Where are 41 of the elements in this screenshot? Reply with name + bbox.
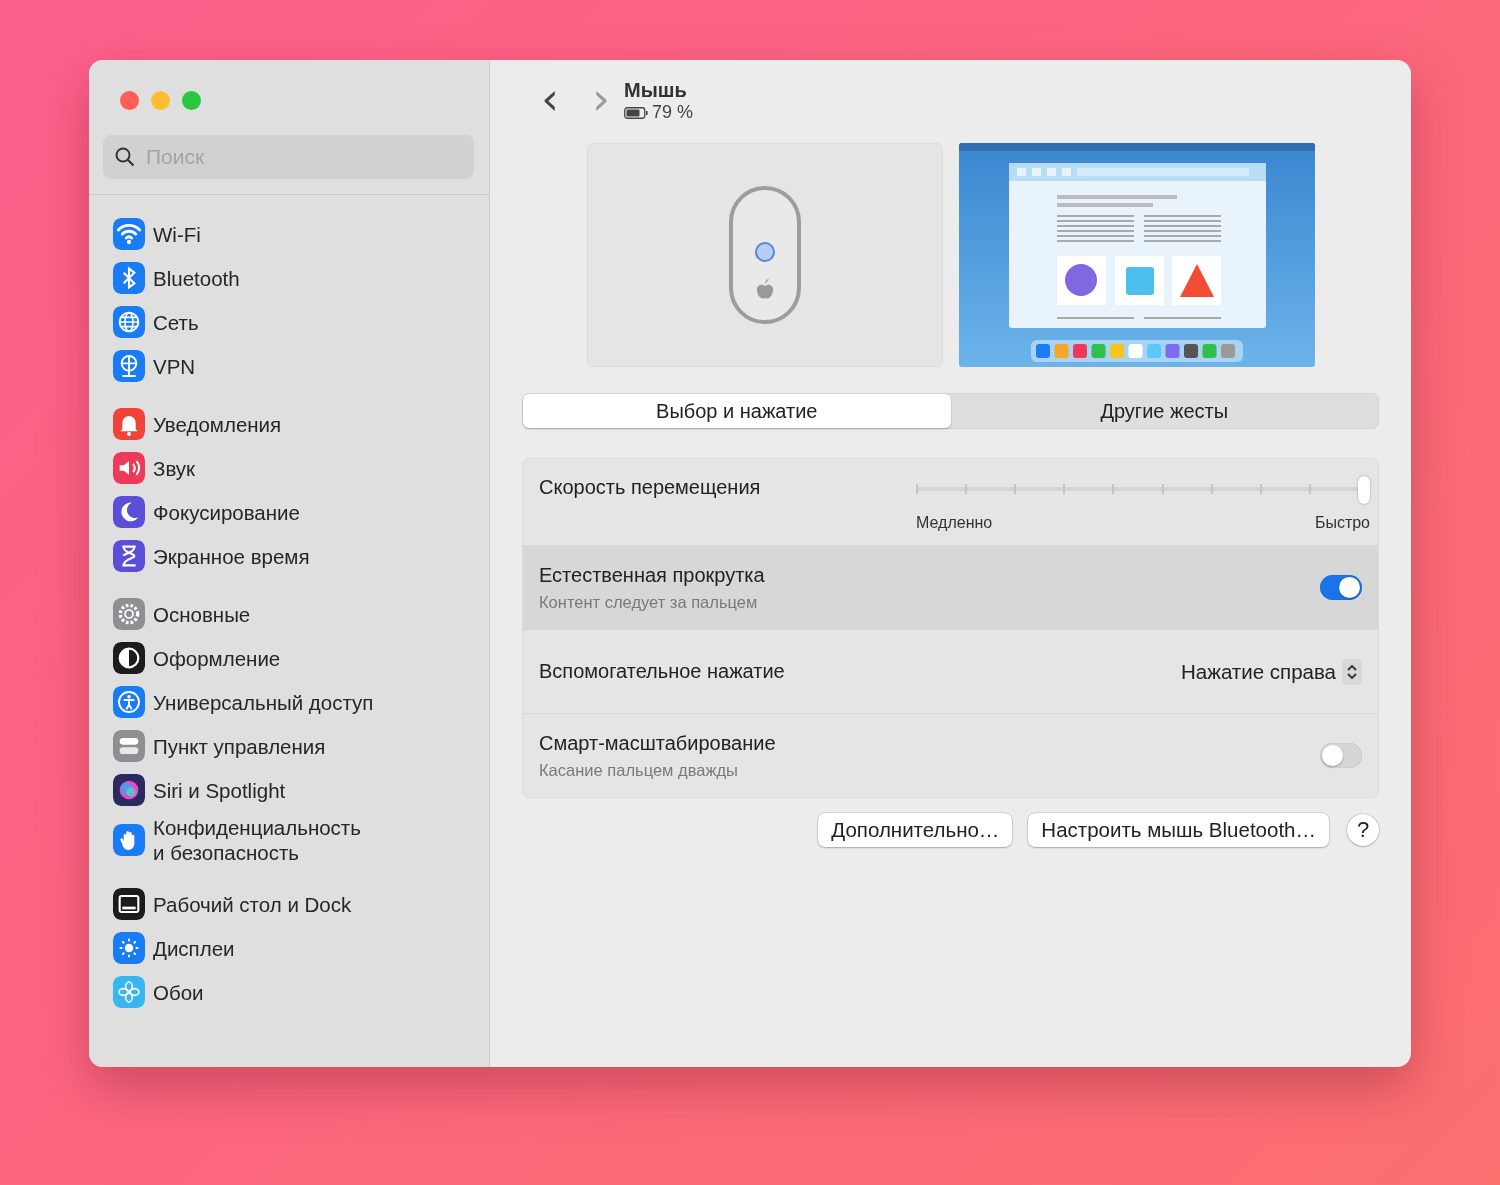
sidebar-item[interactable]: Bluetooth [153,265,240,291]
popup-select[interactable]: Нажатие справа [1180,658,1362,685]
sidebar-item[interactable]: Wi-Fi [153,221,201,247]
toggle-switch[interactable] [1320,575,1362,600]
battery-level: 79 % [652,102,694,123]
sidebar-item[interactable]: Оформление [153,645,281,671]
setting-hint: Касание пальцем дважды [539,760,739,780]
sidebar-item[interactable]: Конфиденциальность и безопасность [153,815,361,865]
action-button[interactable]: Дополнительно… [818,813,1013,847]
sidebar-item[interactable]: Дисплеи [153,935,235,961]
sidebar-item[interactable]: Siri и Spotlight [153,777,286,803]
sidebar-item[interactable]: VPN [153,353,196,379]
minimize-button[interactable] [151,91,170,110]
toggle-switch[interactable] [1320,743,1362,768]
sidebar-item[interactable]: Пункт управления [153,733,326,759]
setting-label: Вспомогательное нажатие [539,660,785,683]
help-button[interactable]: ? [1347,814,1379,846]
sidebar-item[interactable]: Основные [153,601,251,627]
sidebar-item[interactable]: Звук [153,455,196,481]
sidebar-item[interactable]: Уведомления [153,411,282,437]
sidebar-item[interactable]: Фокусирование [153,499,300,525]
sidebar-item[interactable]: Сеть [153,309,199,335]
zoom-button[interactable] [182,91,201,110]
segment-tab[interactable]: Другие жесты [950,394,1378,428]
setting-hint: Контент следует за пальцем [539,592,759,612]
battery-icon [624,106,648,119]
action-button[interactable]: Настроить мышь Bluetooth… [1028,813,1329,847]
setting-label: Смарт-масштабирование [539,731,776,755]
sidebar-item[interactable]: Универсальный доступ [153,689,374,715]
page-title: Мышь [624,79,688,102]
setting-label: Скорость перемещения [539,476,761,499]
slider-thumb[interactable] [1358,476,1370,504]
sidebar-item[interactable]: Обои [153,979,204,1005]
segment-tab[interactable]: Выбор и нажатие [523,394,951,428]
close-button[interactable] [120,91,139,110]
slider-min-label: Медленно [916,514,993,532]
sidebar-item[interactable]: Рабочий стол и Dock [153,891,352,917]
back-button[interactable]: ‹ [522,79,578,119]
setting-label: Естественная прокрутка [539,563,765,587]
sidebar-item[interactable]: Экранное время [153,543,310,569]
slider-max-label: Быстро [1314,514,1370,532]
